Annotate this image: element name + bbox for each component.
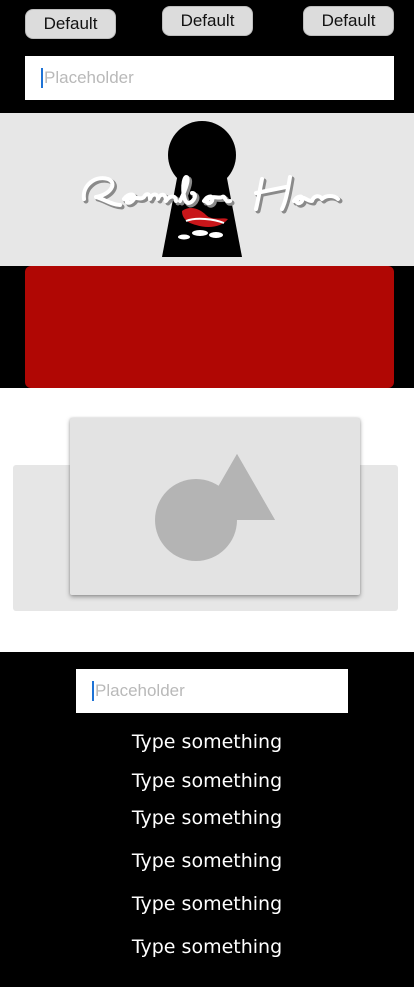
- text-line-4: Type something: [131, 850, 283, 872]
- default-button-1[interactable]: Default: [25, 9, 116, 39]
- image-placeholder-icon: [155, 454, 275, 561]
- banner-title-art: [81, 175, 343, 214]
- screen: Default Default Default Placeholder Plac…: [0, 0, 414, 987]
- text-caret: [92, 681, 94, 701]
- top-text-input[interactable]: Placeholder: [25, 56, 394, 100]
- text-caret: [41, 68, 43, 88]
- text-line-5: Type something: [131, 893, 283, 915]
- bottom-text-input[interactable]: Placeholder: [76, 669, 348, 713]
- remember-her-banner: [0, 113, 414, 266]
- default-button-2[interactable]: Default: [162, 6, 253, 36]
- text-line-6: Type something: [131, 936, 283, 958]
- text-line-2: Type something: [131, 770, 283, 792]
- bottom-input-placeholder: Placeholder: [95, 681, 185, 700]
- default-button-3[interactable]: Default: [303, 6, 394, 36]
- red-panel: [25, 266, 394, 388]
- text-line-1: Type something: [131, 731, 283, 753]
- image-card[interactable]: [70, 418, 360, 595]
- text-line-3: Type something: [131, 807, 283, 829]
- top-input-placeholder: Placeholder: [44, 68, 134, 87]
